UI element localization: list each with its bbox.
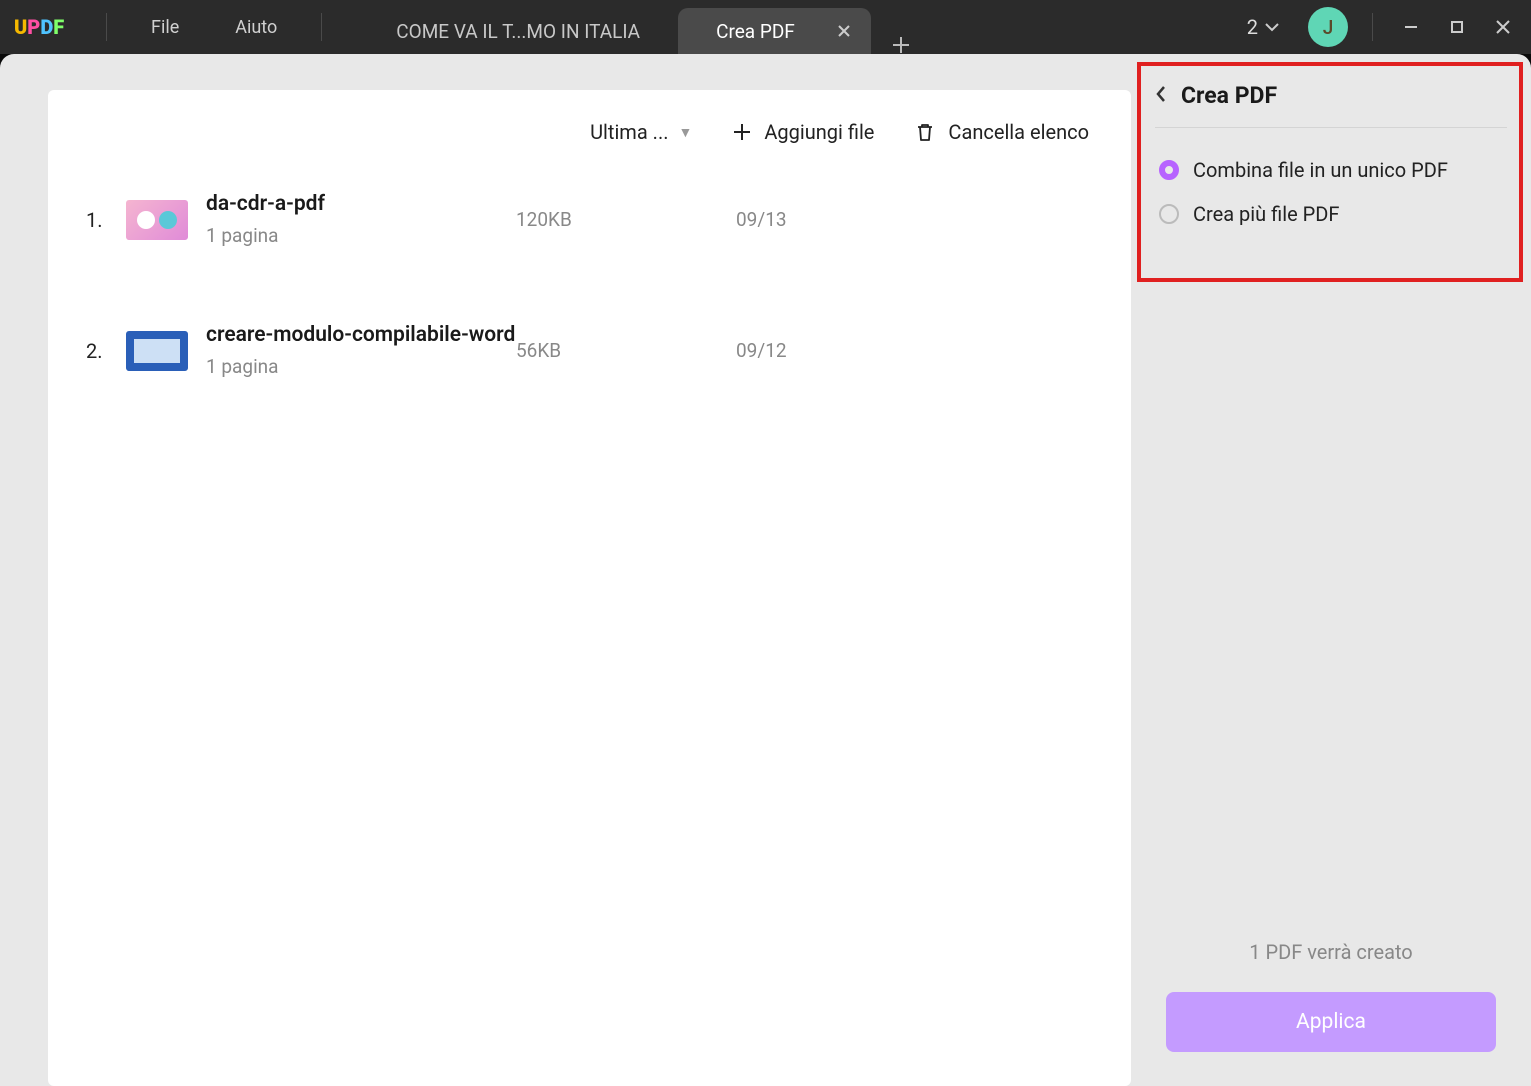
- option-combine[interactable]: Combina file in un unico PDF: [1159, 148, 1507, 192]
- file-index: 2.: [86, 339, 126, 363]
- file-row[interactable]: 1. da-cdr-a-pdf 1 pagina 120KB 09/13: [48, 174, 1131, 265]
- tab-strip: COME VA IL T...MO IN ITALIA Crea PDF: [358, 0, 1246, 54]
- sort-dropdown[interactable]: Ultima ... ▼: [590, 120, 692, 144]
- option-multiple[interactable]: Crea più file PDF: [1159, 192, 1507, 236]
- maximize-button[interactable]: [1443, 13, 1471, 41]
- output-summary: 1 PDF verrà creato: [1155, 940, 1507, 964]
- close-tab-icon[interactable]: [835, 22, 853, 40]
- clear-list-button[interactable]: Cancella elenco: [914, 120, 1089, 144]
- file-thumbnail: [126, 200, 188, 240]
- tab-document[interactable]: COME VA IL T...MO IN ITALIA: [358, 8, 678, 54]
- apply-button[interactable]: Applica: [1166, 992, 1496, 1052]
- trash-icon: [914, 121, 936, 143]
- options-panel: Crea PDF Combina file in un unico PDF Cr…: [1131, 54, 1531, 1086]
- close-window-button[interactable]: [1489, 13, 1517, 41]
- file-name: creare-modulo-compilabile-word: [206, 323, 516, 347]
- tab-create-pdf[interactable]: Crea PDF: [678, 8, 871, 54]
- svg-text:UPDF: UPDF: [14, 15, 64, 39]
- menu-help[interactable]: Aiuto: [207, 17, 305, 38]
- file-size: 56KB: [516, 339, 736, 362]
- file-date: 09/13: [736, 208, 787, 231]
- tab-label: Crea PDF: [716, 20, 795, 43]
- menu-file[interactable]: File: [123, 17, 207, 38]
- file-size: 120KB: [516, 208, 736, 231]
- dropdown-icon: ▼: [679, 124, 693, 141]
- file-row[interactable]: 2. creare-modulo-compilabile-word 1 pagi…: [48, 305, 1131, 396]
- tab-label: COME VA IL T...MO IN ITALIA: [396, 20, 640, 43]
- back-button[interactable]: [1155, 84, 1167, 108]
- user-avatar[interactable]: J: [1308, 7, 1348, 47]
- panel-title: Crea PDF: [1181, 82, 1277, 109]
- plus-icon: [732, 122, 752, 142]
- file-date: 09/12: [736, 339, 787, 362]
- file-list-panel: Ultima ... ▼ Aggiungi file Cancella elen…: [0, 54, 1131, 1086]
- radio-unselected-icon: [1159, 204, 1179, 224]
- file-index: 1.: [86, 208, 126, 232]
- file-pages: 1 pagina: [206, 355, 516, 378]
- add-file-button[interactable]: Aggiungi file: [732, 120, 874, 144]
- radio-selected-icon: [1159, 160, 1179, 180]
- file-toolbar: Ultima ... ▼ Aggiungi file Cancella elen…: [48, 104, 1131, 174]
- file-thumbnail: [126, 331, 188, 371]
- chevron-down-icon: [1264, 22, 1280, 32]
- app-logo: UPDF: [14, 15, 72, 39]
- chevron-left-icon: [1155, 84, 1167, 104]
- content-area: Ultima ... ▼ Aggiungi file Cancella elen…: [0, 54, 1531, 1086]
- window-count[interactable]: 2: [1247, 15, 1280, 39]
- file-pages: 1 pagina: [206, 224, 516, 247]
- add-tab-button[interactable]: [881, 36, 921, 54]
- file-name: da-cdr-a-pdf: [206, 192, 516, 216]
- minimize-button[interactable]: [1397, 13, 1425, 41]
- titlebar: UPDF File Aiuto COME VA IL T...MO IN ITA…: [0, 0, 1531, 54]
